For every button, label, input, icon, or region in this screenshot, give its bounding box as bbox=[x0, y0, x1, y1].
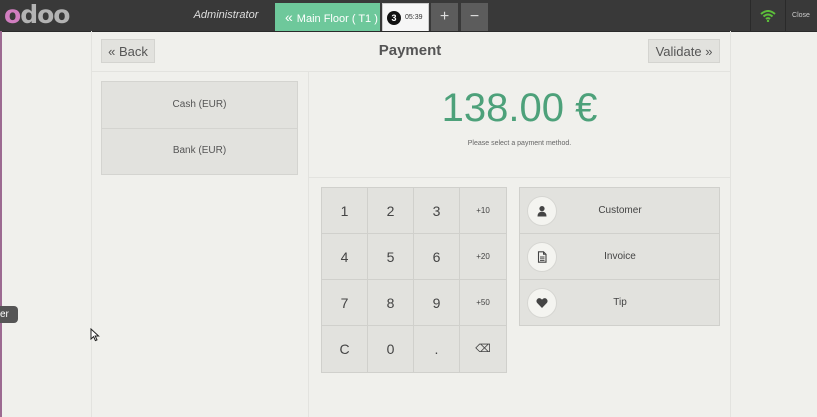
connection-status[interactable] bbox=[750, 0, 786, 31]
user-icon bbox=[527, 196, 557, 226]
numpad-key-plus50[interactable]: +50 bbox=[460, 280, 506, 326]
payment-actions: Customer Invoice Tip bbox=[519, 187, 720, 326]
mouse-cursor-icon bbox=[90, 328, 100, 342]
payment-methods: Cash (EUR) Bank (EUR) bbox=[101, 81, 298, 175]
numpad-key-9[interactable]: 9 bbox=[414, 280, 460, 326]
numpad-key-plus20[interactable]: +20 bbox=[460, 234, 506, 280]
payment-method-bank[interactable]: Bank (EUR) bbox=[102, 128, 297, 174]
numpad-key-7[interactable]: 7 bbox=[322, 280, 368, 326]
customer-button[interactable]: Customer bbox=[520, 188, 719, 234]
numpad-key-5[interactable]: 5 bbox=[368, 234, 414, 280]
order-tab[interactable]: 3 05:39 bbox=[382, 3, 429, 31]
add-order-button[interactable]: + bbox=[431, 3, 458, 31]
numpad-key-3[interactable]: 3 bbox=[414, 188, 460, 234]
left-edge-strip bbox=[0, 31, 2, 417]
close-button[interactable]: Close bbox=[785, 0, 817, 31]
numpad-key-0[interactable]: 0 bbox=[368, 326, 414, 372]
invoice-label: Invoice bbox=[604, 251, 636, 262]
payment-hint: Please select a payment method. bbox=[467, 140, 572, 147]
numpad-key-1[interactable]: 1 bbox=[322, 188, 368, 234]
payment-method-cash[interactable]: Cash (EUR) bbox=[102, 82, 297, 129]
numpad-key-clear[interactable]: C bbox=[322, 326, 368, 372]
validate-button[interactable]: Validate » bbox=[648, 39, 720, 63]
wifi-icon bbox=[760, 10, 776, 22]
back-button[interactable]: « Back bbox=[101, 39, 155, 63]
numpad-key-plus10[interactable]: +10 bbox=[460, 188, 506, 234]
username[interactable]: Administrator bbox=[190, 0, 262, 31]
numpad-key-4[interactable]: 4 bbox=[322, 234, 368, 280]
total-amount: 138.00 € bbox=[441, 86, 598, 130]
odoo-logo: odoo bbox=[4, 0, 70, 29]
double-chevron-left-icon: « bbox=[285, 9, 293, 25]
order-number-badge: 3 bbox=[387, 11, 401, 25]
tip-label: Tip bbox=[613, 297, 627, 308]
floor-tab[interactable]: «Main Floor ( T1 ) bbox=[275, 3, 380, 31]
floor-tab-label: Main Floor ( T1 ) bbox=[296, 13, 378, 25]
heart-icon bbox=[527, 288, 557, 318]
page-title: Payment bbox=[378, 42, 442, 59]
document-icon bbox=[527, 242, 557, 272]
left-tooltip-pill[interactable]: er bbox=[0, 306, 18, 323]
numpad-key-2[interactable]: 2 bbox=[368, 188, 414, 234]
numpad: 1 2 3 +10 4 5 6 +20 7 8 9 +50 C 0 . ⌫ bbox=[321, 187, 507, 373]
numpad-key-decimal[interactable]: . bbox=[414, 326, 460, 372]
order-time: 05:39 bbox=[405, 14, 423, 21]
numpad-key-8[interactable]: 8 bbox=[368, 280, 414, 326]
backspace-icon[interactable]: ⌫ bbox=[460, 326, 506, 372]
numpad-key-6[interactable]: 6 bbox=[414, 234, 460, 280]
top-bar: odoo Administrator «Main Floor ( T1 ) 3 … bbox=[0, 0, 817, 32]
left-pill-label: er bbox=[0, 309, 9, 320]
tip-button[interactable]: Tip bbox=[520, 280, 719, 326]
customer-label: Customer bbox=[598, 205, 642, 216]
remove-order-button[interactable]: − bbox=[461, 3, 488, 31]
invoice-button[interactable]: Invoice bbox=[520, 234, 719, 280]
